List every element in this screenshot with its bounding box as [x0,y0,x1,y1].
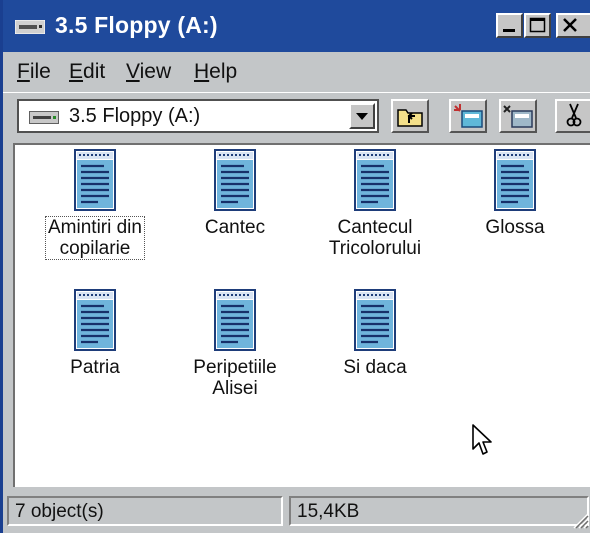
status-size: 15,4KB [289,496,589,526]
menu-help-rest: elp [209,60,238,83]
minimize-icon [503,29,515,32]
disconnect-drive-icon [503,105,533,128]
explorer-window: 3.5 Floppy (A:) File Edit View Help 3.5 … [0,0,590,533]
file-label: Amintiri din copilarie [45,216,145,260]
map-drive-icon [454,104,483,128]
file-label: Patria [68,357,122,378]
file-item[interactable]: Cantec [175,149,295,238]
file-label: Si daca [341,357,408,378]
file-name-line1: Patria [70,357,120,378]
file-item[interactable]: Glossa [455,149,575,238]
text-document-icon [214,289,256,351]
menu-view[interactable]: View [126,60,171,84]
text-document-icon [354,149,396,211]
file-name-line1: Cantec [204,217,266,238]
file-name-line1: Cantecul [337,217,413,238]
address-value: 3.5 Floppy (A:) [69,105,201,127]
menu-edit[interactable]: Edit [69,60,105,84]
window-title: 3.5 Floppy (A:) [55,12,218,38]
menu-edit-accel: E [69,60,84,83]
file-item[interactable]: Patria [35,289,155,378]
text-document-icon [354,289,396,351]
address-combobox[interactable]: 3.5 Floppy (A:) [17,99,379,133]
up-folder-icon [397,109,423,127]
text-document-icon [74,289,116,351]
file-item[interactable]: Amintiri din copilarie [35,149,155,260]
status-bar: 7 object(s) 15,4KB [3,490,590,533]
file-name-line1: Glossa [485,217,545,238]
text-document-icon [74,149,116,211]
menu-view-accel: V [126,60,140,83]
file-name-line1: Peripetiile [193,357,277,378]
file-name-line2: Tricolorului [328,238,422,259]
menu-bar: File Edit View Help [3,52,590,92]
resize-grip-icon[interactable] [569,509,589,529]
minimize-button[interactable] [496,13,523,38]
cut-button[interactable] [555,99,590,133]
file-name-line1: Si daca [343,357,407,378]
address-dropdown-button[interactable] [349,103,375,129]
file-name-line2: Alisei [212,378,258,399]
toolbar: 3.5 Floppy (A:) [3,92,590,141]
disconnect-drive-button[interactable] [499,99,537,133]
menu-help[interactable]: Help [194,60,237,84]
maximize-button[interactable] [524,13,551,38]
file-name-line2: copilarie [59,238,131,259]
up-folder-button[interactable] [391,99,429,133]
file-label: Cantecul Tricolorului [327,217,423,259]
menu-edit-rest: dit [83,60,106,83]
maximize-icon [529,17,546,33]
map-drive-button[interactable] [449,99,487,133]
menu-help-accel: H [194,60,210,83]
file-label: Peripetiile Alisei [191,357,278,399]
menu-file-accel: F [17,60,30,83]
menu-file-rest: ile [29,60,51,83]
file-item[interactable]: Peripetiile Alisei [175,289,295,399]
chevron-down-icon [356,113,368,120]
file-item[interactable]: Cantecul Tricolorului [315,149,435,259]
status-object-count: 7 object(s) [7,496,283,526]
menu-file[interactable]: File [17,60,51,84]
cut-icon [566,103,582,127]
mouse-pointer-icon [472,424,492,455]
title-bar[interactable]: 3.5 Floppy (A:) [3,0,590,52]
floppy-drive-icon [15,20,45,34]
close-icon [563,18,577,32]
close-button[interactable] [556,13,590,38]
file-item[interactable]: Si daca [315,289,435,378]
file-label: Glossa [483,217,546,238]
floppy-drive-icon [29,111,59,124]
file-name-line1: Amintiri din [48,217,142,238]
menu-view-rest: iew [139,60,172,83]
file-label: Cantec [203,217,267,238]
text-document-icon [214,149,256,211]
text-document-icon [494,149,536,211]
file-list-view[interactable]: Amintiri din copilarie Cantec Cantecul Tri… [13,143,590,487]
